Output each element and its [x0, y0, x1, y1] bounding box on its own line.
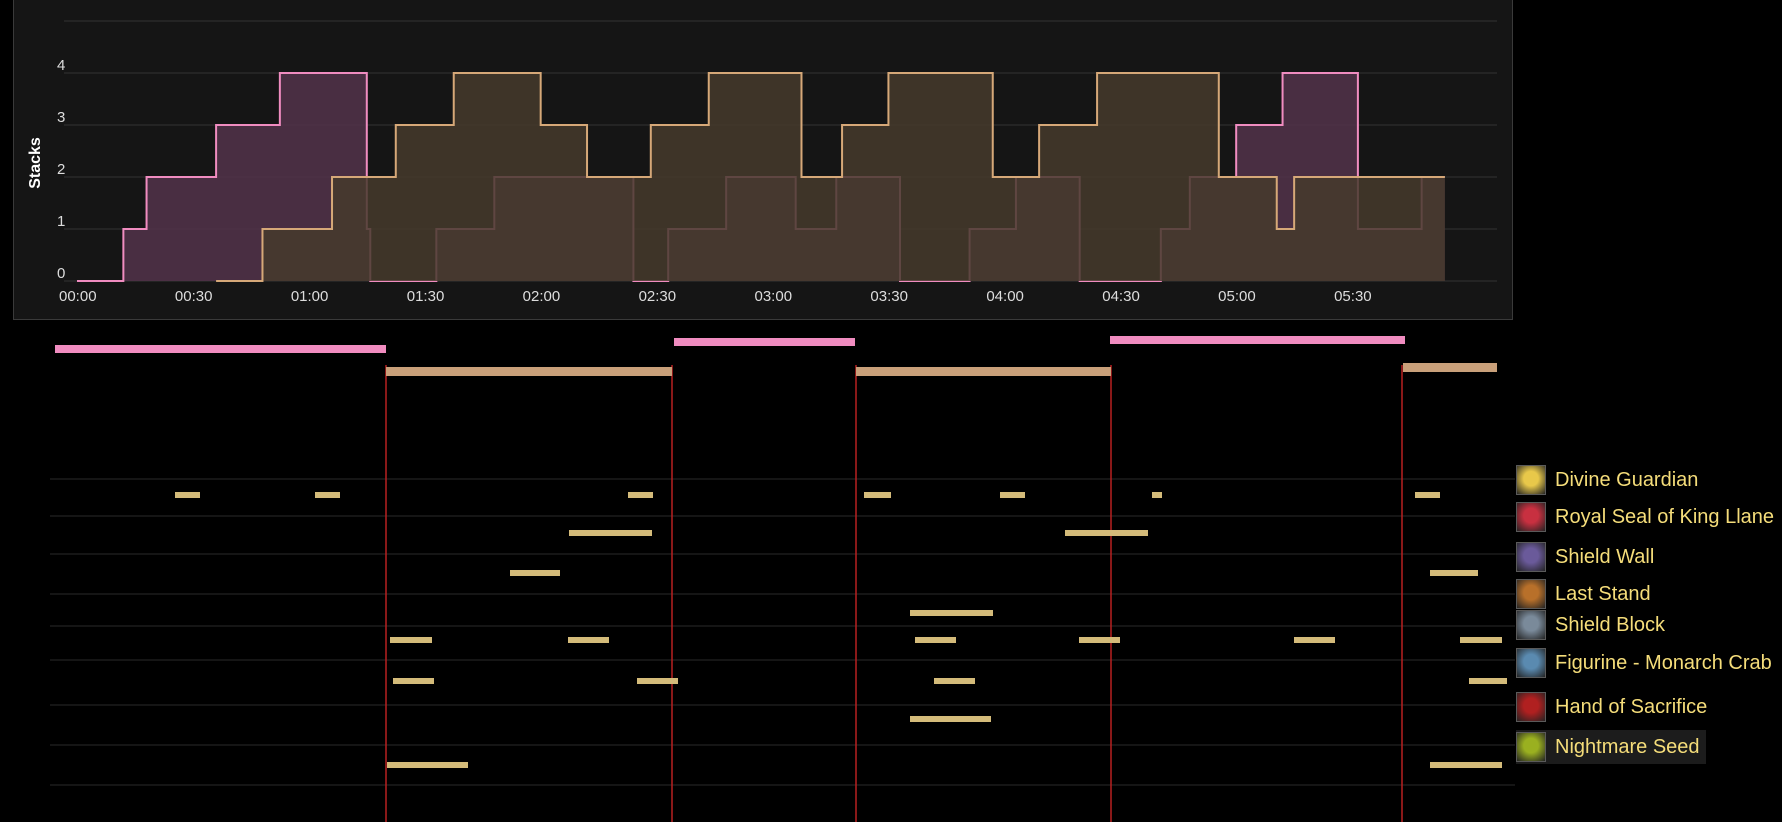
legend-item[interactable]: Figurine - Monarch Crab — [1516, 646, 1778, 680]
ability-duration-bar — [510, 570, 560, 576]
divine-guardian-icon — [1516, 465, 1546, 495]
ability-duration-bar — [637, 678, 678, 684]
legend-item[interactable]: Last Stand — [1516, 577, 1657, 611]
legend-label: Shield Wall — [1555, 545, 1655, 568]
legend-item[interactable]: Nightmare Seed — [1516, 730, 1706, 764]
hand-of-sacrifice-icon — [1516, 692, 1546, 722]
ability-duration-bar — [1460, 637, 1502, 643]
ability-duration-bar — [568, 637, 609, 643]
nightmare-seed-icon — [1516, 732, 1546, 762]
ability-duration-bar — [175, 492, 200, 498]
ability-duration-bar — [315, 492, 340, 498]
pink-phase-bar — [674, 338, 855, 346]
shield-block-icon — [1516, 610, 1546, 640]
pink-phase-bar — [55, 345, 386, 353]
ability-duration-bar — [1469, 678, 1507, 684]
ability-duration-bar — [1430, 762, 1502, 768]
ability-duration-bar — [1065, 530, 1148, 536]
monarch-crab-icon — [1516, 648, 1546, 678]
buff-timeline — [50, 336, 1515, 822]
legend-label: Nightmare Seed — [1555, 735, 1700, 758]
legend-label: Divine Guardian — [1555, 468, 1699, 491]
legend-item[interactable]: Divine Guardian — [1516, 463, 1704, 497]
ability-duration-bar — [864, 492, 891, 498]
royal-seal-icon — [1516, 502, 1546, 532]
ability-duration-bar — [910, 716, 991, 722]
ability-duration-bar — [1000, 492, 1025, 498]
legend-label: Hand of Sacrifice — [1555, 695, 1708, 718]
combat-log-view: Zoom01234Stacks00:0000:3001:0001:3002:00… — [0, 0, 1782, 822]
tan-phase-bar — [1403, 363, 1497, 372]
last-stand-icon — [1516, 579, 1546, 609]
ability-duration-bar — [1415, 492, 1440, 498]
legend-label: Royal Seal of King Llane — [1555, 505, 1775, 528]
ability-duration-bar — [915, 637, 956, 643]
legend-item[interactable]: Shield Block — [1516, 608, 1671, 642]
ability-duration-bar — [387, 762, 468, 768]
ability-duration-bar — [910, 610, 993, 616]
legend-label: Figurine - Monarch Crab — [1555, 651, 1772, 674]
ability-duration-bar — [569, 530, 652, 536]
ability-duration-bar — [934, 678, 975, 684]
ability-duration-bar — [1294, 637, 1335, 643]
legend-item[interactable]: Royal Seal of King Llane — [1516, 500, 1780, 534]
tan-phase-bar — [856, 367, 1111, 376]
ability-duration-bar — [1152, 492, 1162, 498]
shield-wall-icon — [1516, 542, 1546, 572]
ability-duration-bar — [1079, 637, 1120, 643]
legend-item[interactable]: Shield Wall — [1516, 540, 1660, 574]
ability-duration-bar — [390, 637, 432, 643]
ability-duration-bar — [628, 492, 653, 498]
tan-phase-bar — [386, 367, 672, 376]
legend-label: Shield Block — [1555, 613, 1666, 636]
ability-duration-bar — [393, 678, 434, 684]
pink-phase-bar — [1110, 336, 1405, 344]
legend-label: Last Stand — [1555, 582, 1651, 605]
legend-item[interactable]: Hand of Sacrifice — [1516, 690, 1713, 724]
ability-duration-bar — [1430, 570, 1478, 576]
